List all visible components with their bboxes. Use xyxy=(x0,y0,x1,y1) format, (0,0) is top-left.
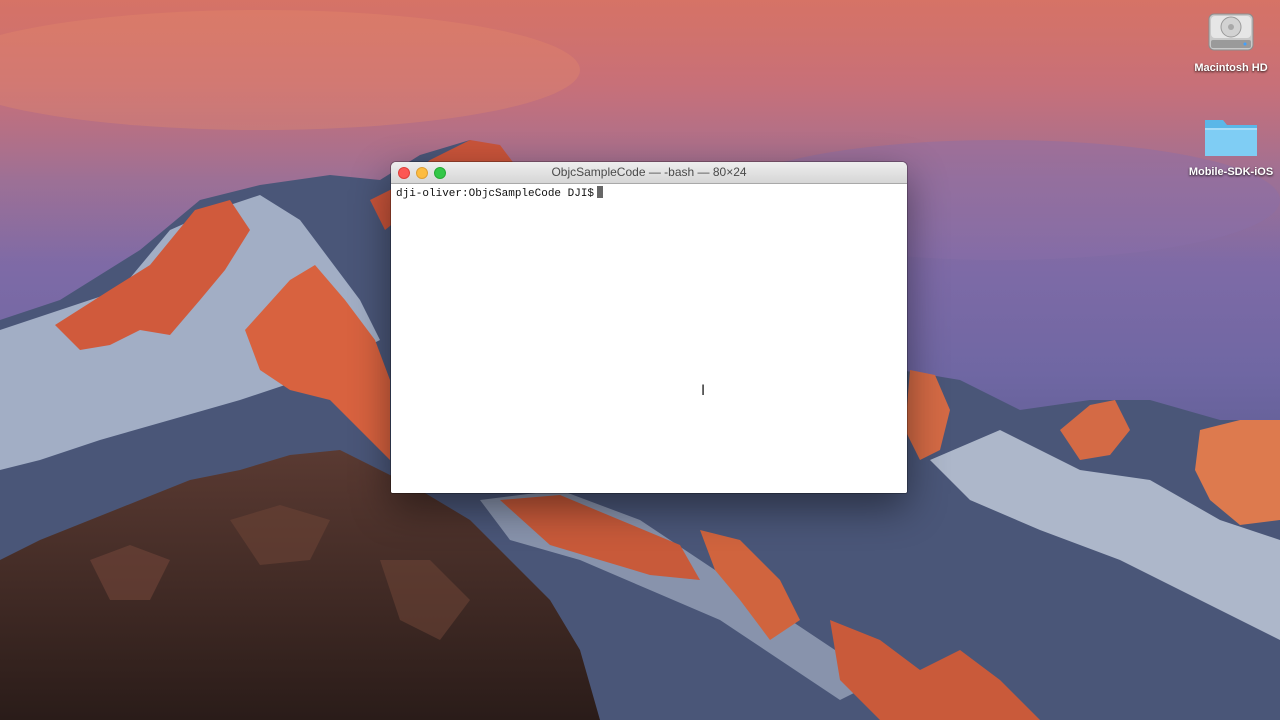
desktop-icon-label: Mobile-SDK-iOS xyxy=(1188,166,1274,178)
text-cursor xyxy=(597,186,604,198)
desktop-icon-mobile-sdk-ios[interactable]: Mobile-SDK-iOS xyxy=(1181,110,1280,178)
ibeam-cursor-icon: I xyxy=(701,383,706,399)
desktop-icon-macintosh-hd[interactable]: Macintosh HD xyxy=(1181,6,1280,74)
terminal-window[interactable]: ObjcSampleCode — -bash — 80×24 dji-olive… xyxy=(391,162,907,493)
title-bar[interactable]: ObjcSampleCode — -bash — 80×24 xyxy=(391,162,907,184)
window-title: ObjcSampleCode — -bash — 80×24 xyxy=(551,165,747,179)
hard-drive-icon xyxy=(1208,13,1254,51)
prompt-text: dji-oliver:ObjcSampleCode DJI$ xyxy=(396,188,595,200)
desktop-icon-label: Macintosh HD xyxy=(1194,62,1268,74)
terminal-content[interactable]: dji-oliver:ObjcSampleCode DJI$ I xyxy=(391,184,907,493)
folder-icon xyxy=(1205,120,1257,156)
prompt-line: dji-oliver:ObjcSampleCode DJI$ xyxy=(396,186,902,201)
desktop[interactable]: Macintosh HD Mobile-SDK-iOS ObjcSampleCo… xyxy=(0,0,1280,720)
